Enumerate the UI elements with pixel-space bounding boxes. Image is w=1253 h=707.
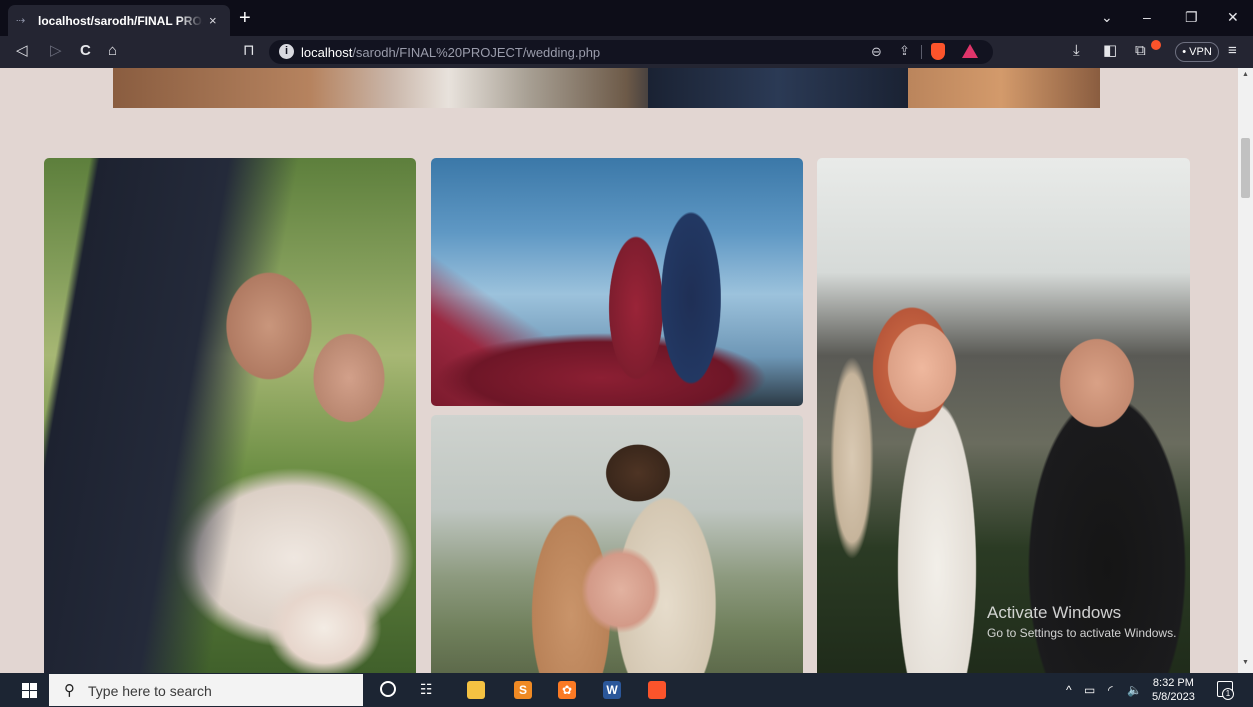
page-loading-icon: ⇢ <box>16 15 26 27</box>
browser-toolbar: ◁ ▷ C ⌂ ⊓ i localhost/sarodh/FINAL%20PRO… <box>0 36 1253 68</box>
tab-close-icon[interactable]: × <box>209 13 217 28</box>
taskbar-search-box[interactable]: ⚲ Type here to search <box>49 674 363 706</box>
wedding-banner-image <box>113 68 1100 108</box>
xampp-icon[interactable]: ✿ <box>558 681 576 699</box>
minimize-button[interactable]: – <box>1143 9 1151 25</box>
cortana-icon[interactable] <box>380 681 396 697</box>
notification-count: 1 <box>1222 688 1234 700</box>
scroll-down-icon[interactable]: ▼ <box>1242 659 1249 666</box>
scroll-thumb[interactable] <box>1241 138 1250 198</box>
brave-rewards-icon[interactable] <box>962 44 978 58</box>
brave-browser-icon[interactable] <box>648 681 666 699</box>
browser-tab[interactable]: ⇢ localhost/sarodh/FINAL PROJECT × <box>8 5 230 36</box>
share-icon[interactable]: ⇪ <box>899 43 910 59</box>
back-icon[interactable]: ◁ <box>16 42 28 60</box>
word-icon[interactable]: W <box>603 681 621 699</box>
battery-icon[interactable]: ▭ <box>1084 683 1095 697</box>
sublime-text-icon[interactable]: S <box>514 681 532 699</box>
bookmark-icon[interactable]: ⊓ <box>243 42 255 60</box>
home-icon[interactable]: ⌂ <box>108 42 117 60</box>
tab-strip: ⇢ localhost/sarodh/FINAL PROJECT × + ⌄ –… <box>0 0 1253 36</box>
url-host: localhost <box>301 45 353 60</box>
wallet-icon[interactable]: ⧉ <box>1135 42 1146 60</box>
gallery-photo-bouquet-couple[interactable] <box>431 415 803 673</box>
wifi-icon[interactable]: ◜ <box>1108 683 1113 697</box>
forward-icon[interactable]: ▷ <box>50 42 62 60</box>
address-divider <box>921 45 922 59</box>
close-window-button[interactable]: ✕ <box>1227 9 1239 25</box>
gallery-photo-tuxedo-couple[interactable] <box>44 158 416 673</box>
tab-search-icon[interactable]: ⌄ <box>1101 9 1113 25</box>
url-path: /sarodh/FINAL%20PROJECT/wedding.php <box>352 45 601 60</box>
new-tab-button[interactable]: + <box>239 8 251 28</box>
clock-date: 5/8/2023 <box>1152 691 1195 703</box>
file-explorer-icon[interactable] <box>467 681 485 699</box>
clock-time: 8:32 PM <box>1152 677 1194 689</box>
brave-shields-icon[interactable] <box>931 43 945 60</box>
restore-button[interactable]: ❐ <box>1185 9 1198 25</box>
gallery-photo-red-dress-couple[interactable] <box>431 158 803 406</box>
system-clock[interactable]: 8:32 PM 5/8/2023 <box>1152 676 1195 704</box>
reload-icon[interactable]: C <box>80 42 91 60</box>
banner-detail <box>648 68 908 108</box>
windows-start-icon[interactable] <box>22 683 37 698</box>
page-scrollbar[interactable]: ▲ ▼ <box>1238 68 1253 673</box>
gallery-photo-ring-couple[interactable] <box>817 158 1190 673</box>
search-placeholder: Type here to search <box>88 683 212 699</box>
tray-overflow-icon[interactable]: ^ <box>1066 683 1072 697</box>
address-bar[interactable]: i localhost/sarodh/FINAL%20PROJECT/weddi… <box>269 40 993 64</box>
notification-badge <box>1151 40 1161 50</box>
windows-taskbar: ⚲ Type here to search ☷ S ✿ W ^ ▭ ◜ 🔈 8:… <box>0 673 1253 707</box>
vpn-button[interactable]: • VPN <box>1175 42 1219 62</box>
downloads-icon[interactable]: ⤓ <box>1073 42 1080 60</box>
menu-icon[interactable]: ≡ <box>1228 42 1237 60</box>
volume-icon[interactable]: 🔈 <box>1127 683 1142 697</box>
scroll-up-icon[interactable]: ▲ <box>1242 71 1249 78</box>
task-view-icon[interactable]: ☷ <box>420 681 433 698</box>
tab-title: localhost/sarodh/FINAL PROJECT <box>38 13 203 28</box>
page-viewport <box>0 68 1238 673</box>
search-icon: ⚲ <box>64 682 75 699</box>
url-text[interactable]: localhost/sarodh/FINAL%20PROJECT/wedding… <box>301 45 600 60</box>
site-info-icon[interactable]: i <box>279 44 294 59</box>
zoom-icon[interactable]: ⊖ <box>871 44 882 60</box>
sidebar-icon[interactable]: ◧ <box>1103 42 1117 60</box>
